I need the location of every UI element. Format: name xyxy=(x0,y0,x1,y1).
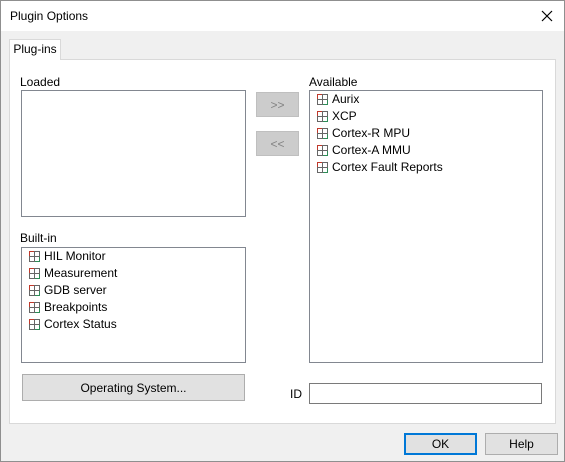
built-in-list[interactable]: HIL Monitor Measurement GDB server Breakpoi… xyxy=(21,247,246,363)
add-plugin-button[interactable]: >> xyxy=(256,92,299,117)
available-list-item[interactable]: Cortex Fault Reports xyxy=(310,159,542,176)
available-list-item[interactable]: Cortex-A MMU xyxy=(310,142,542,159)
plugin-icon xyxy=(317,145,328,156)
builtin-list-item[interactable]: GDB server xyxy=(22,282,245,299)
builtin-list-item[interactable]: HIL Monitor xyxy=(22,248,245,265)
tab-plug-ins[interactable]: Plug-ins xyxy=(9,39,61,60)
ok-button[interactable]: OK xyxy=(404,433,477,455)
built-in-label: Built-in xyxy=(20,231,57,245)
available-list-item[interactable]: XCP xyxy=(310,108,542,125)
list-item-label: HIL Monitor xyxy=(44,249,106,263)
list-item-label: Cortex Status xyxy=(44,317,117,331)
list-item-label: Cortex Fault Reports xyxy=(332,160,443,174)
window-title: Plugin Options xyxy=(10,9,89,23)
plugin-icon xyxy=(29,268,40,279)
list-item-label: Breakpoints xyxy=(44,300,108,314)
help-button[interactable]: Help xyxy=(485,433,558,455)
plugin-icon xyxy=(29,251,40,262)
list-item-label: XCP xyxy=(332,109,357,123)
list-item-label: GDB server xyxy=(44,283,107,297)
loaded-list[interactable] xyxy=(21,90,246,217)
operating-system-button[interactable]: Operating System... xyxy=(22,374,245,401)
plugin-icon xyxy=(29,319,40,330)
plugin-icon xyxy=(317,111,328,122)
loaded-label: Loaded xyxy=(20,75,61,89)
available-list[interactable]: Aurix XCP Cortex-R MPU Cortex-A MMU Cortex F… xyxy=(309,90,543,363)
builtin-list-item[interactable]: Breakpoints xyxy=(22,299,245,316)
available-list-item[interactable]: Cortex-R MPU xyxy=(310,125,542,142)
plugin-options-dialog: Plugin Options Plug-ins Loaded >> << Ava… xyxy=(0,0,565,462)
available-list-item[interactable]: Aurix xyxy=(310,91,542,108)
close-button[interactable] xyxy=(530,1,564,31)
close-icon xyxy=(541,10,553,22)
remove-plugin-button[interactable]: << xyxy=(256,131,299,156)
list-item-label: Cortex-R MPU xyxy=(332,126,411,140)
plugin-icon xyxy=(317,128,328,139)
plugin-icon xyxy=(317,162,328,173)
builtin-list-item[interactable]: Measurement xyxy=(22,265,245,282)
builtin-list-item[interactable]: Cortex Status xyxy=(22,316,245,333)
id-label: ID xyxy=(290,387,302,401)
list-item-label: Measurement xyxy=(44,266,118,280)
plugin-icon xyxy=(29,285,40,296)
list-item-label: Aurix xyxy=(332,92,360,106)
plugin-icon xyxy=(29,302,40,313)
title-bar: Plugin Options xyxy=(1,1,564,31)
id-input[interactable] xyxy=(309,383,542,404)
plugin-icon xyxy=(317,94,328,105)
available-label: Available xyxy=(309,75,358,89)
list-item-label: Cortex-A MMU xyxy=(332,143,411,157)
